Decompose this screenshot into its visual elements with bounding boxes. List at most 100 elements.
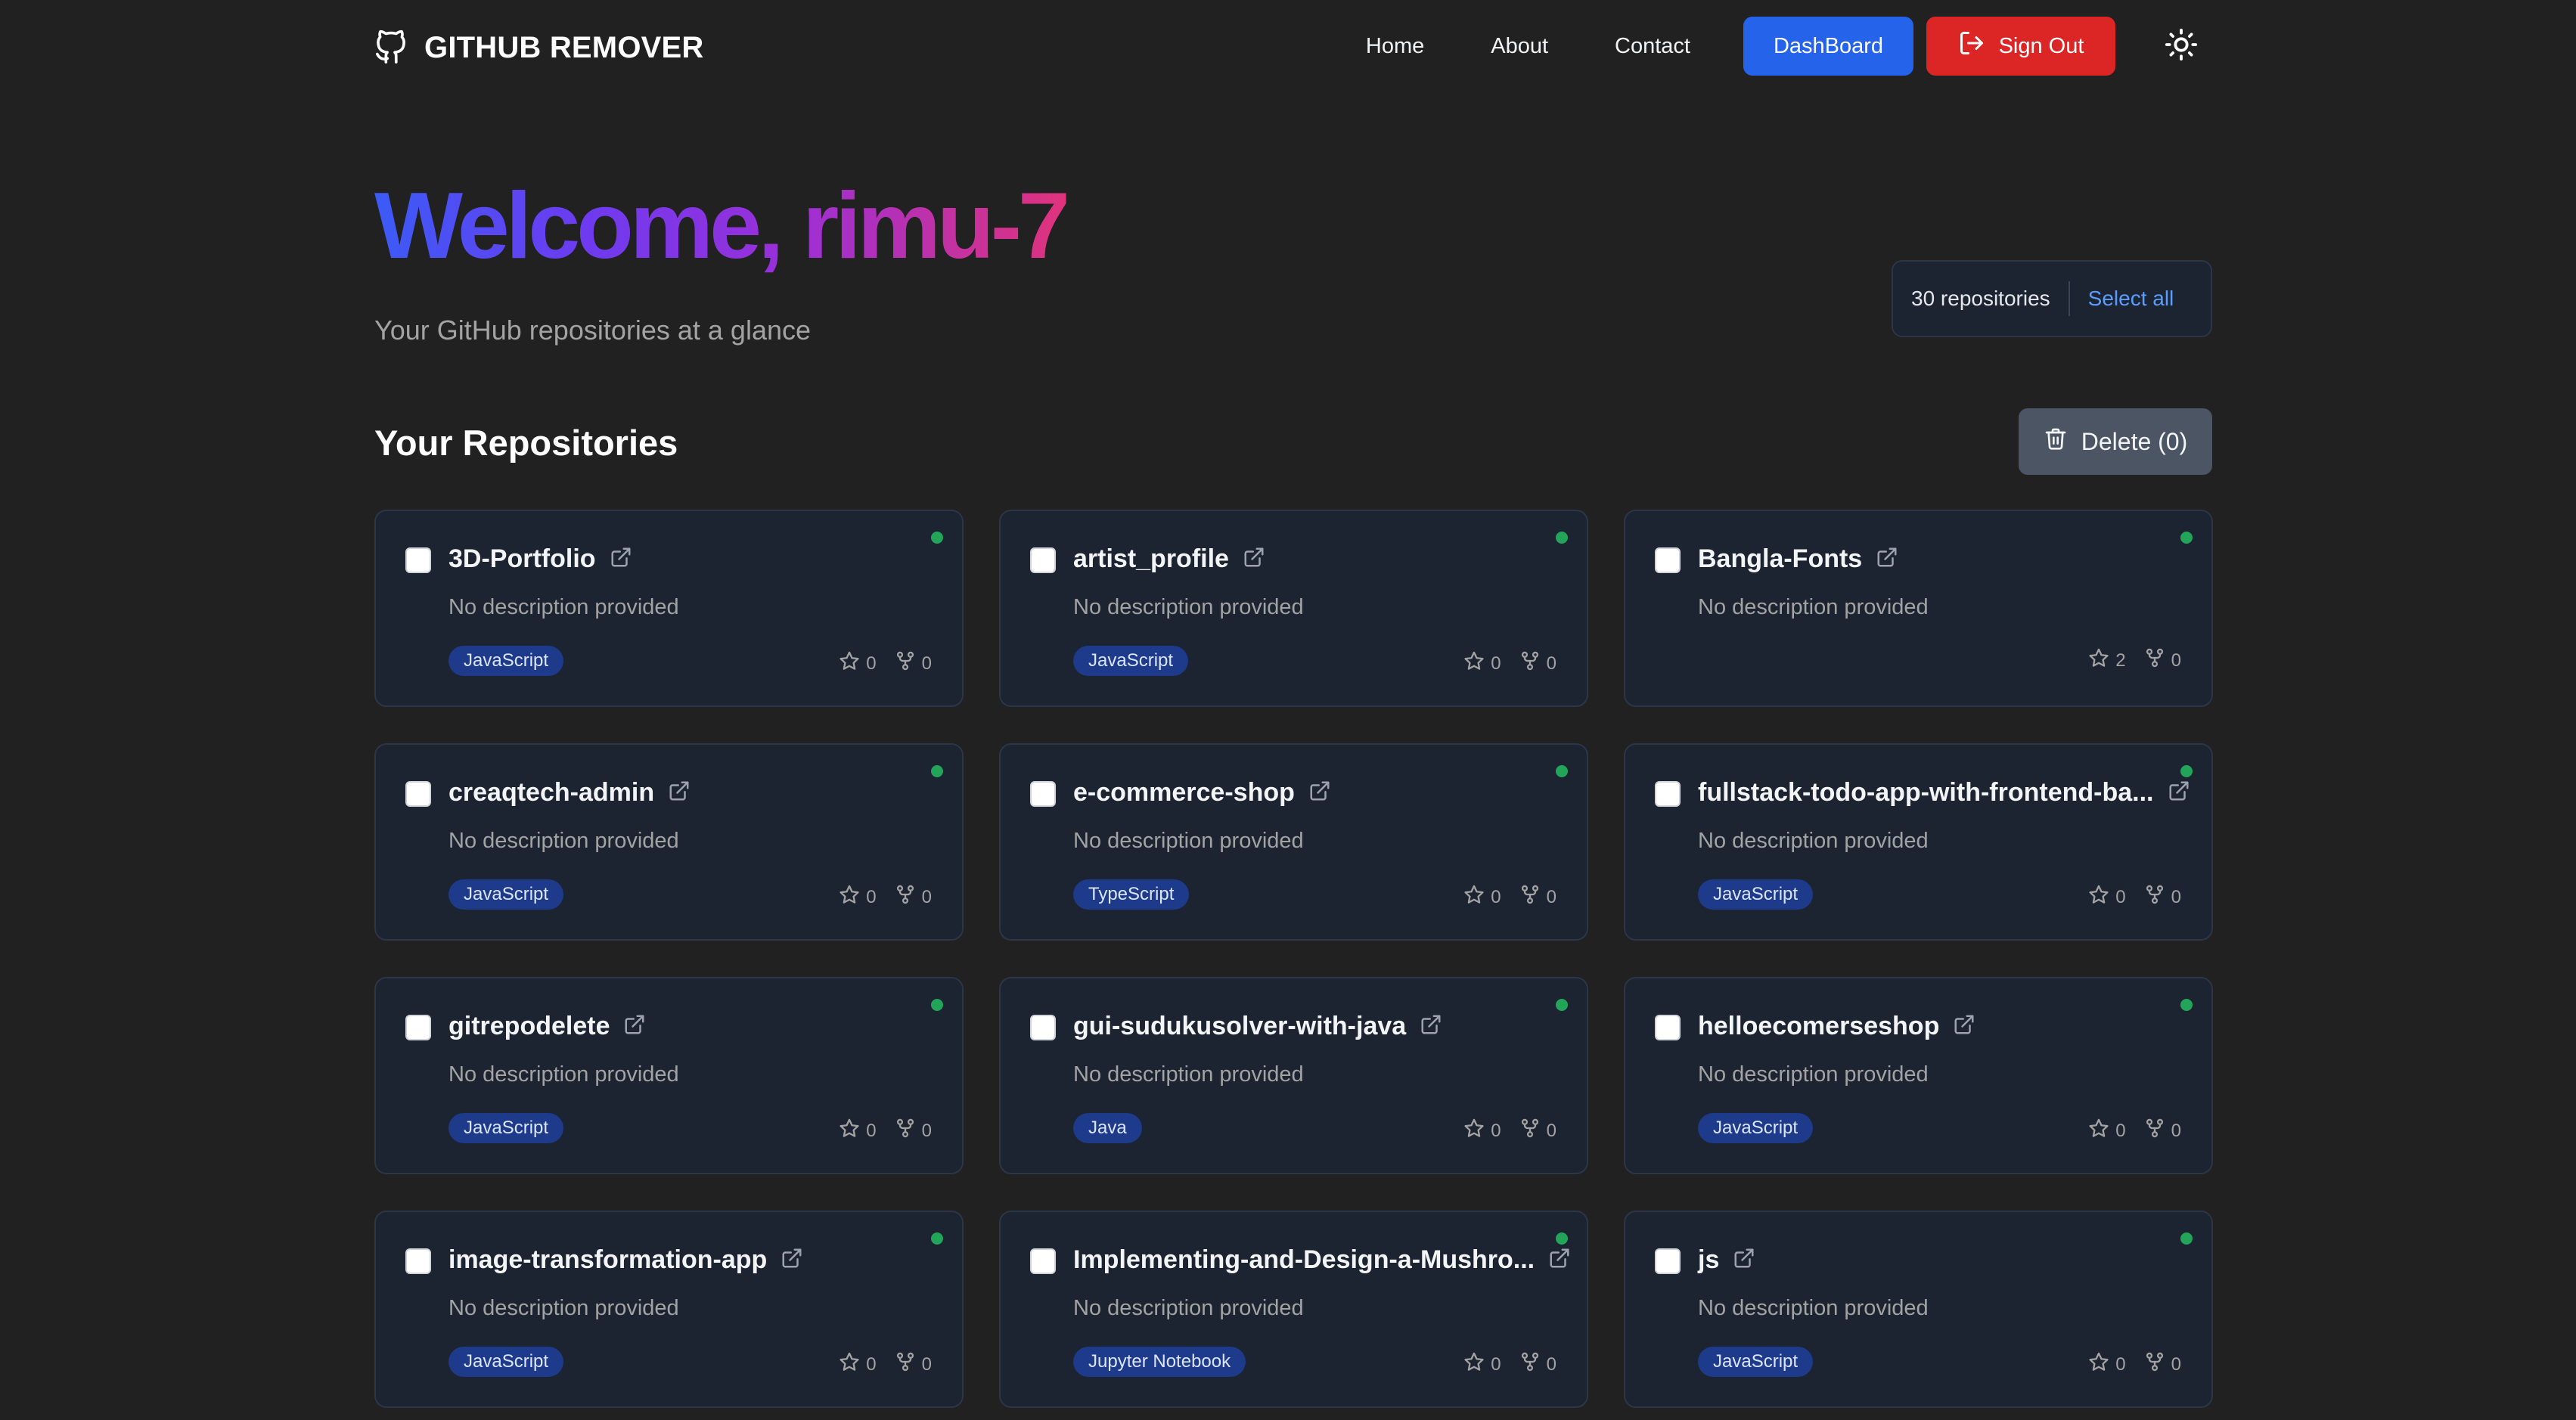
repo-name[interactable]: 3D-Portfolio bbox=[448, 544, 596, 574]
repo-card[interactable]: gitrepodelete No description provided Ja… bbox=[374, 977, 964, 1174]
repo-name[interactable]: fullstack-todo-app-with-frontend-ba... bbox=[1698, 778, 2154, 808]
forks-stat: 0 bbox=[895, 1118, 932, 1144]
star-icon bbox=[2088, 1118, 2109, 1144]
stars-count: 0 bbox=[866, 1120, 877, 1141]
sign-out-button[interactable]: Sign Out bbox=[1926, 17, 2115, 76]
repo-name[interactable]: e-commerce-shop bbox=[1073, 778, 1295, 808]
external-link-icon[interactable] bbox=[1876, 546, 1898, 572]
status-dot bbox=[1556, 532, 1568, 544]
repo-description: No description provided bbox=[1073, 829, 1304, 853]
forks-stat: 0 bbox=[2144, 884, 2181, 910]
external-link-icon[interactable] bbox=[668, 780, 691, 806]
theme-toggle-button[interactable] bbox=[2164, 28, 2199, 64]
status-dot bbox=[2180, 1232, 2193, 1245]
external-link-icon[interactable] bbox=[781, 1247, 803, 1273]
repo-checkbox[interactable] bbox=[405, 781, 431, 807]
external-link-icon[interactable] bbox=[1243, 546, 1265, 572]
repo-card[interactable]: helloecomerseshop No description provide… bbox=[1624, 977, 2213, 1174]
stars-stat: 0 bbox=[839, 1351, 877, 1378]
select-all-button[interactable]: Select all bbox=[2088, 287, 2174, 311]
stars-count: 0 bbox=[2115, 886, 2126, 907]
repo-name[interactable]: image-transformation-app bbox=[448, 1245, 767, 1275]
repo-checkbox[interactable] bbox=[1030, 781, 1056, 807]
repo-card[interactable]: creaqtech-admin No description provided … bbox=[374, 743, 964, 941]
repo-checkbox[interactable] bbox=[1030, 1248, 1056, 1274]
repo-title-row: helloecomerseshop bbox=[1698, 1012, 1975, 1041]
nav-home-link[interactable]: Home bbox=[1366, 34, 1424, 59]
repo-checkbox[interactable] bbox=[1030, 547, 1056, 573]
fork-icon bbox=[2144, 1118, 2165, 1144]
external-link-icon[interactable] bbox=[1953, 1013, 1975, 1040]
nav-about-link[interactable]: About bbox=[1491, 34, 1548, 59]
stars-count: 0 bbox=[2115, 1120, 2126, 1141]
repo-checkbox[interactable] bbox=[1655, 547, 1681, 573]
repo-card[interactable]: e-commerce-shop No description provided … bbox=[999, 743, 1588, 941]
repo-card[interactable]: Bangla-Fonts No description provided 2 0 bbox=[1624, 510, 2213, 707]
repositories-header: Your Repositories Delete (0) bbox=[374, 396, 2212, 528]
repo-card[interactable]: js No description provided JavaScript 0 bbox=[1624, 1211, 2213, 1408]
repo-checkbox[interactable] bbox=[405, 1015, 431, 1040]
fork-icon bbox=[2144, 1351, 2165, 1378]
status-dot bbox=[931, 765, 943, 777]
delete-button[interactable]: Delete (0) bbox=[2019, 408, 2212, 475]
repo-checkbox[interactable] bbox=[1655, 1248, 1681, 1274]
stars-stat: 0 bbox=[1463, 1351, 1501, 1378]
external-link-icon[interactable] bbox=[2168, 780, 2190, 806]
repo-checkbox[interactable] bbox=[405, 1248, 431, 1274]
repo-card[interactable]: Implementing-and-Design-a-Mushro... No d… bbox=[999, 1211, 1588, 1408]
repo-checkbox[interactable] bbox=[405, 547, 431, 573]
star-icon bbox=[2088, 884, 2109, 910]
status-dot bbox=[1556, 1232, 1568, 1245]
repo-name[interactable]: helloecomerseshop bbox=[1698, 1012, 1939, 1041]
external-link-icon[interactable] bbox=[1420, 1013, 1442, 1040]
language-badge: Jupyter Notebook bbox=[1073, 1347, 1246, 1377]
repo-card[interactable]: fullstack-todo-app-with-frontend-ba... N… bbox=[1624, 743, 2213, 941]
divider bbox=[2068, 281, 2070, 316]
repo-card[interactable]: gui-sudukusolver-with-java No descriptio… bbox=[999, 977, 1588, 1174]
stars-count: 0 bbox=[1491, 653, 1501, 674]
repo-stats: 0 0 bbox=[839, 1118, 932, 1144]
stars-count: 0 bbox=[1491, 1353, 1501, 1375]
repo-title-row: fullstack-todo-app-with-frontend-ba... bbox=[1698, 778, 2190, 808]
repo-name[interactable]: gitrepodelete bbox=[448, 1012, 610, 1041]
star-icon bbox=[839, 1118, 860, 1144]
repo-card[interactable]: 3D-Portfolio No description provided Jav… bbox=[374, 510, 964, 707]
repo-count-panel: 30 repositories Select all bbox=[1892, 260, 2212, 337]
external-link-icon[interactable] bbox=[1548, 1247, 1571, 1273]
forks-count: 0 bbox=[921, 1120, 932, 1141]
status-dot bbox=[1556, 999, 1568, 1011]
repo-name[interactable]: artist_profile bbox=[1073, 544, 1229, 574]
dashboard-button[interactable]: DashBoard bbox=[1743, 17, 1913, 76]
sign-out-icon bbox=[1958, 29, 1985, 63]
repo-name[interactable]: Bangla-Fonts bbox=[1698, 544, 1862, 574]
language-badge: JavaScript bbox=[448, 879, 564, 910]
forks-count: 0 bbox=[2171, 1120, 2181, 1141]
repo-name[interactable]: js bbox=[1698, 1245, 1719, 1275]
repo-card[interactable]: image-transformation-app No description … bbox=[374, 1211, 964, 1408]
repo-name[interactable]: creaqtech-admin bbox=[448, 778, 654, 808]
stars-count: 0 bbox=[2115, 1353, 2126, 1375]
repo-title-row: gui-sudukusolver-with-java bbox=[1073, 1012, 1442, 1041]
repo-name[interactable]: gui-sudukusolver-with-java bbox=[1073, 1012, 1406, 1041]
repo-checkbox[interactable] bbox=[1655, 781, 1681, 807]
repo-checkbox[interactable] bbox=[1655, 1015, 1681, 1040]
repo-name[interactable]: Implementing-and-Design-a-Mushro... bbox=[1073, 1245, 1535, 1275]
repo-stats: 0 0 bbox=[839, 650, 932, 677]
repo-stats: 2 0 bbox=[2088, 647, 2181, 674]
status-dot bbox=[1556, 765, 1568, 777]
brand[interactable]: GITHUB REMOVER bbox=[374, 27, 703, 69]
external-link-icon[interactable] bbox=[610, 546, 632, 572]
language-badge: JavaScript bbox=[448, 1347, 564, 1377]
repo-stats: 0 0 bbox=[1463, 884, 1556, 910]
nav-contact-link[interactable]: Contact bbox=[1615, 34, 1690, 59]
external-link-icon[interactable] bbox=[623, 1013, 646, 1040]
external-link-icon[interactable] bbox=[1733, 1247, 1755, 1273]
external-link-icon[interactable] bbox=[1308, 780, 1331, 806]
status-dot bbox=[2180, 765, 2193, 777]
forks-stat: 0 bbox=[2144, 1351, 2181, 1378]
forks-count: 0 bbox=[2171, 886, 2181, 907]
repo-card[interactable]: artist_profile No description provided J… bbox=[999, 510, 1588, 707]
language-badge: JavaScript bbox=[1698, 1347, 1814, 1377]
repo-checkbox[interactable] bbox=[1030, 1015, 1056, 1040]
fork-icon bbox=[895, 650, 916, 677]
